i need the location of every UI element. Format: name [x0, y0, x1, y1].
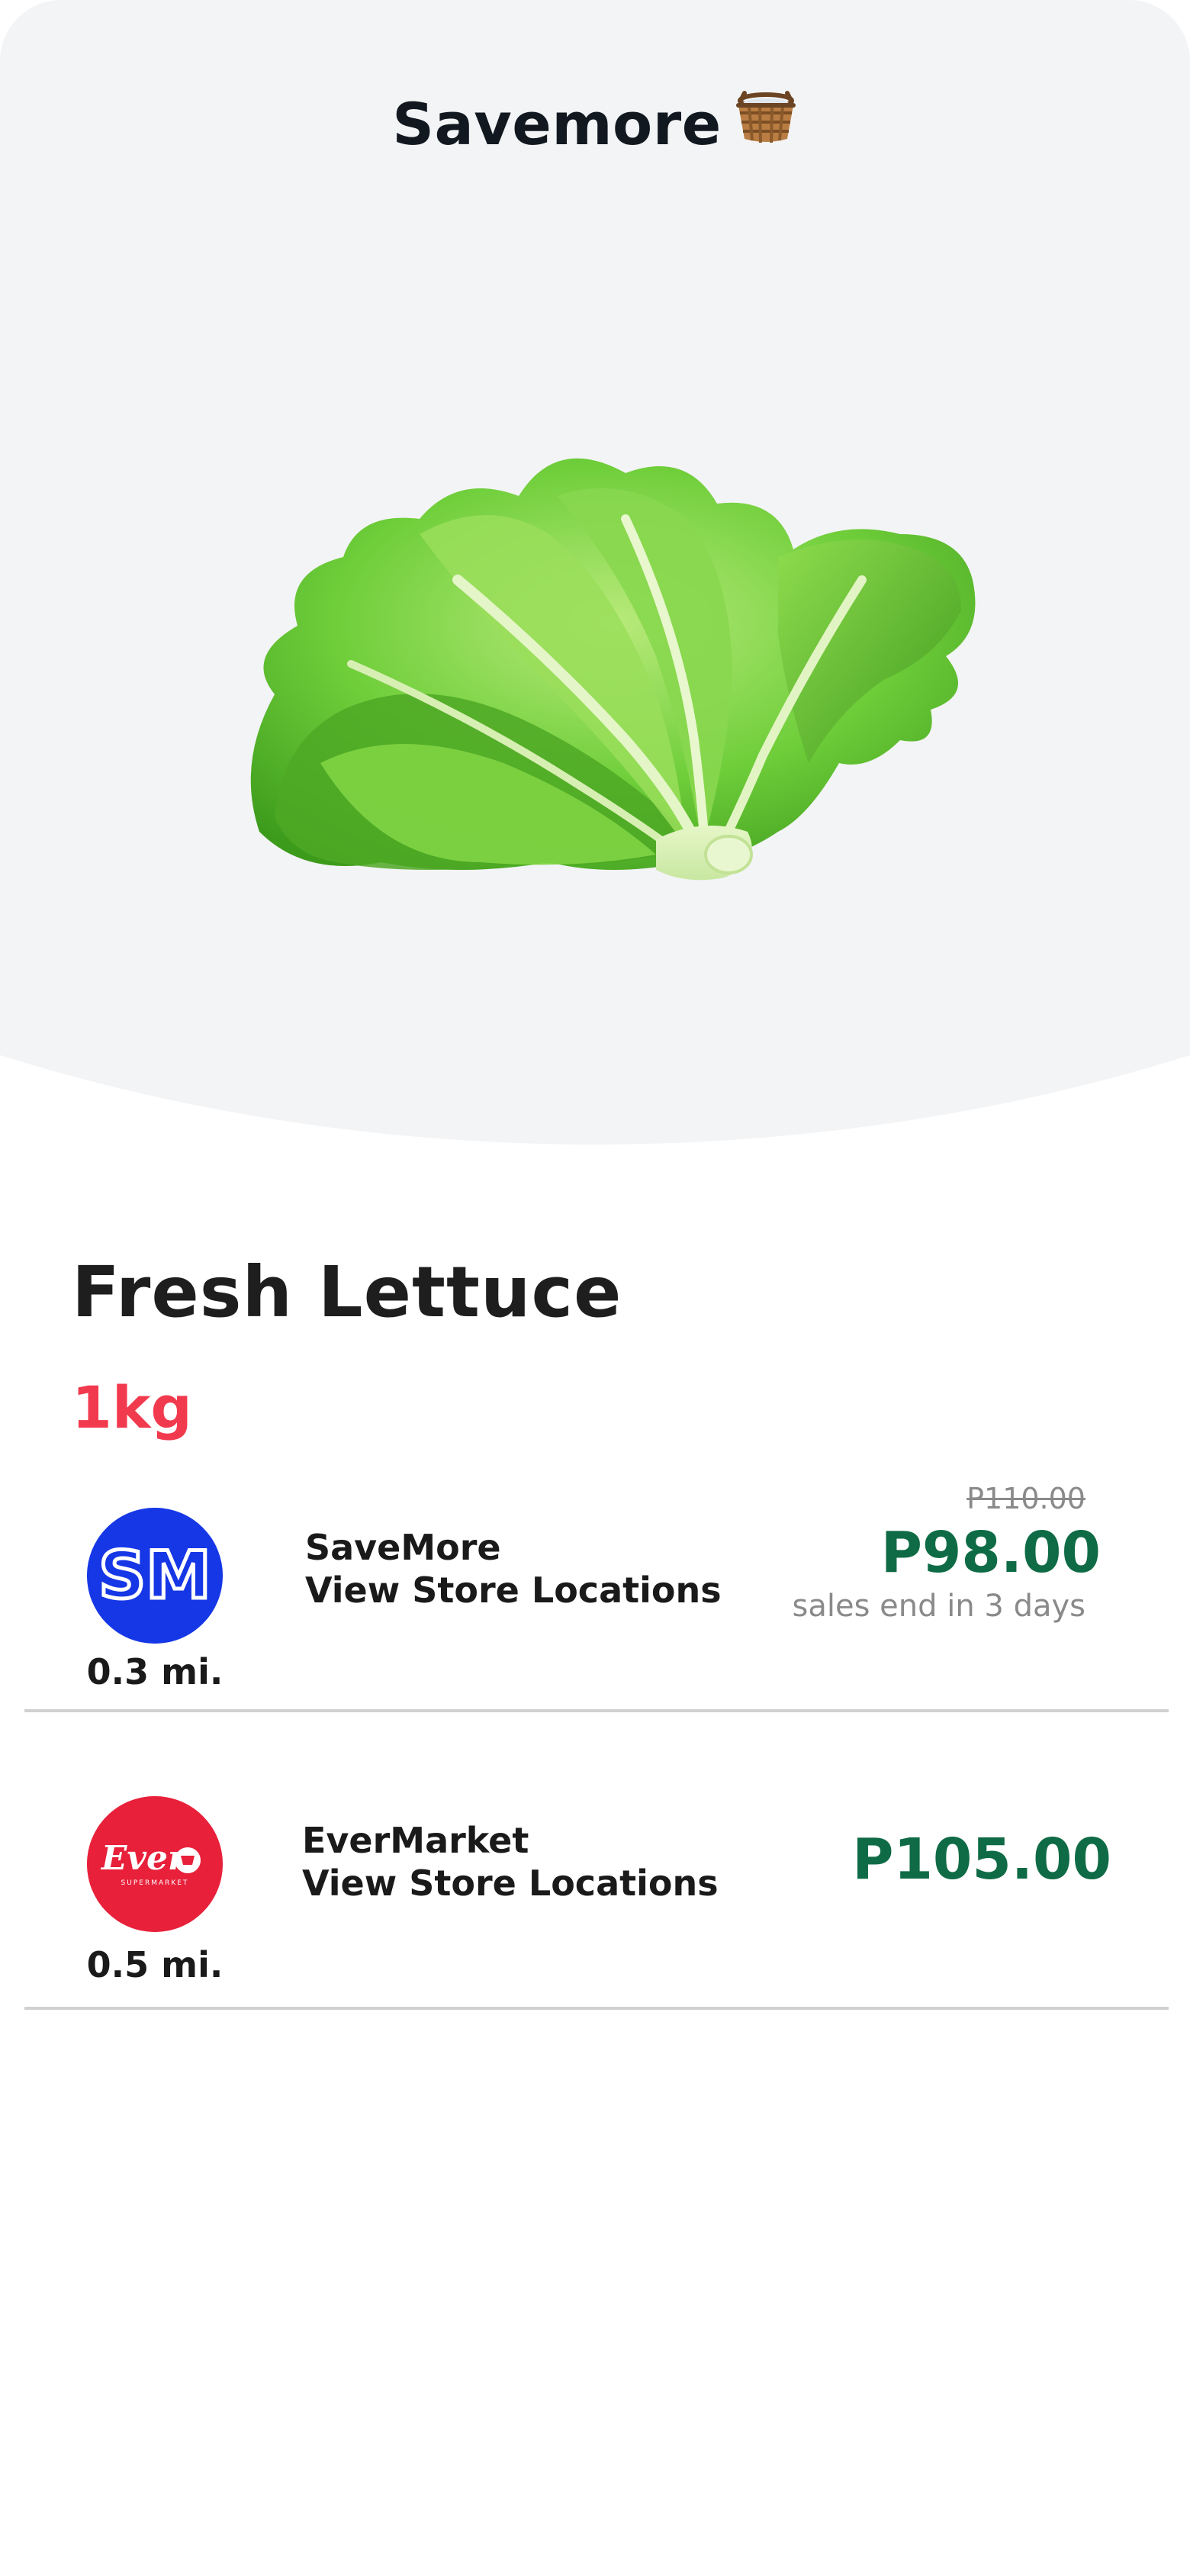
ever-logo: Ever SUPERMARKET	[87, 1796, 223, 1932]
sale-end-note: sales end in 3 days	[792, 1589, 1085, 1624]
sm-logo-text: SM	[98, 1538, 211, 1614]
lettuce-image	[250, 458, 976, 881]
ever-logo-subtext: SUPERMARKET	[121, 1879, 189, 1887]
store-name: SaveMore	[305, 1527, 501, 1568]
view-store-locations-link[interactable]: View Store Locations	[305, 1569, 722, 1612]
store-distance: 0.3 mi.	[86, 1651, 224, 1692]
store-title-text: Savemore	[392, 90, 722, 158]
store-offer-row[interactable]: SM 0.3 mi. SaveMore View Store Locations…	[0, 1480, 1190, 1709]
product-name: Fresh Lettuce	[72, 1251, 622, 1333]
view-store-locations-link[interactable]: View Store Locations	[302, 1862, 719, 1905]
divider	[24, 2007, 1169, 2010]
ever-logo-text: Ever	[100, 1839, 188, 1878]
basket-icon	[734, 85, 798, 160]
original-price: P110.00	[966, 1482, 1085, 1515]
sm-logo: SM	[87, 1508, 223, 1644]
sale-price: P98.00	[880, 1520, 1101, 1586]
product-hero: Savemore	[0, 0, 1190, 1145]
store-name: EverMarket	[302, 1820, 529, 1861]
divider	[24, 1709, 1169, 1712]
price: P105.00	[852, 1827, 1111, 1892]
product-detail-screen: Savemore Fresh Lettuce 1kg SM 0.3 mi. Sa…	[0, 0, 1190, 2576]
store-distance: 0.5 mi.	[86, 1944, 224, 1985]
product-size: 1kg	[72, 1373, 192, 1441]
store-offer-row[interactable]: Ever SUPERMARKET 0.5 mi. EverMarket View…	[0, 1785, 1190, 2007]
store-info: EverMarket View Store Locations	[302, 1819, 719, 1905]
store-info: SaveMore View Store Locations	[305, 1526, 722, 1612]
page-title: Savemore	[0, 90, 1190, 160]
